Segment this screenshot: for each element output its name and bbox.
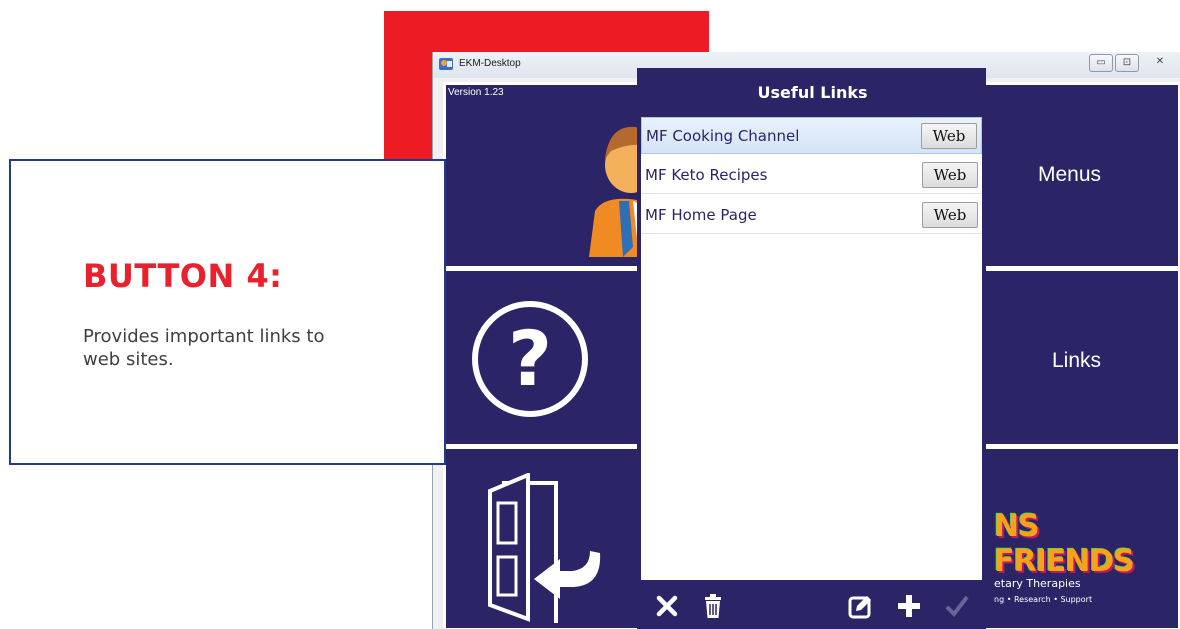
web-button[interactable]: Web (921, 123, 977, 149)
svg-text:?: ? (508, 314, 552, 403)
links-label: Links (1052, 349, 1102, 372)
callout-box: BUTTON 4: Provides important links to we… (9, 159, 446, 465)
maximize-button[interactable]: ⊡ (1115, 54, 1139, 72)
plus-icon[interactable] (896, 593, 922, 619)
trash-icon[interactable] (700, 593, 726, 619)
friends-logo: NS FRIENDS etary Therapies ng • Research… (994, 473, 1174, 623)
dialog-title: Useful Links (757, 83, 868, 102)
window-controls: ▭ ⊡ ✕ (1089, 54, 1180, 72)
window-title: EKM-Desktop (459, 58, 521, 69)
link-name: MF Keto Recipes (645, 166, 768, 184)
link-row[interactable]: MF Home Page Web (641, 197, 982, 234)
menus-label: Menus (1038, 163, 1102, 186)
web-button[interactable]: Web (922, 202, 978, 228)
dialog-toolbar (638, 582, 987, 629)
useful-links-dialog: Useful Links MF Cooking Channel Web MF K… (637, 68, 986, 629)
close-window-button[interactable]: ✕ (1141, 54, 1179, 72)
check-icon[interactable] (944, 593, 970, 619)
minimize-button[interactable]: ▭ (1089, 54, 1113, 72)
links-list: MF Cooking Channel Web MF Keto Recipes W… (641, 117, 982, 580)
logo-subtitle: etary Therapies (994, 577, 1081, 590)
close-x-icon[interactable] (654, 593, 680, 619)
callout-title: BUTTON 4: (83, 257, 283, 295)
question-icon: ? (472, 301, 588, 417)
link-name: MF Cooking Channel (646, 127, 800, 145)
version-label: Version 1.23 (448, 87, 504, 98)
web-button[interactable]: Web (922, 162, 978, 188)
link-row[interactable]: MF Keto Recipes Web (641, 157, 982, 194)
link-name: MF Home Page (645, 206, 757, 224)
link-row[interactable]: MF Cooking Channel Web (641, 117, 982, 154)
app-icon (439, 58, 453, 70)
logo-tagline: ng • Research • Support (994, 595, 1093, 604)
logo-text: NS FRIENDS (994, 509, 1135, 579)
exit-door-icon (488, 473, 601, 623)
callout-description: Provides important links to web sites. (83, 326, 325, 370)
edit-icon[interactable] (848, 593, 874, 619)
screenshot-stage: EKM-Desktop ▭ ⊡ ✕ Version 1.23 ? Menus L… (0, 0, 1180, 629)
